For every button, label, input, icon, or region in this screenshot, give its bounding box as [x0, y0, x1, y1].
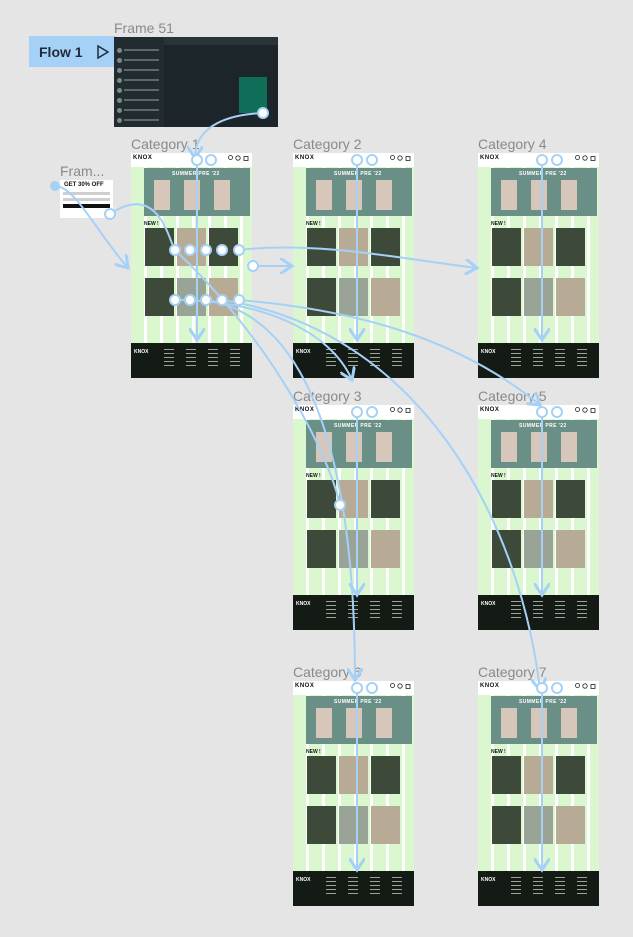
prototype-connectors	[50, 107, 563, 937]
